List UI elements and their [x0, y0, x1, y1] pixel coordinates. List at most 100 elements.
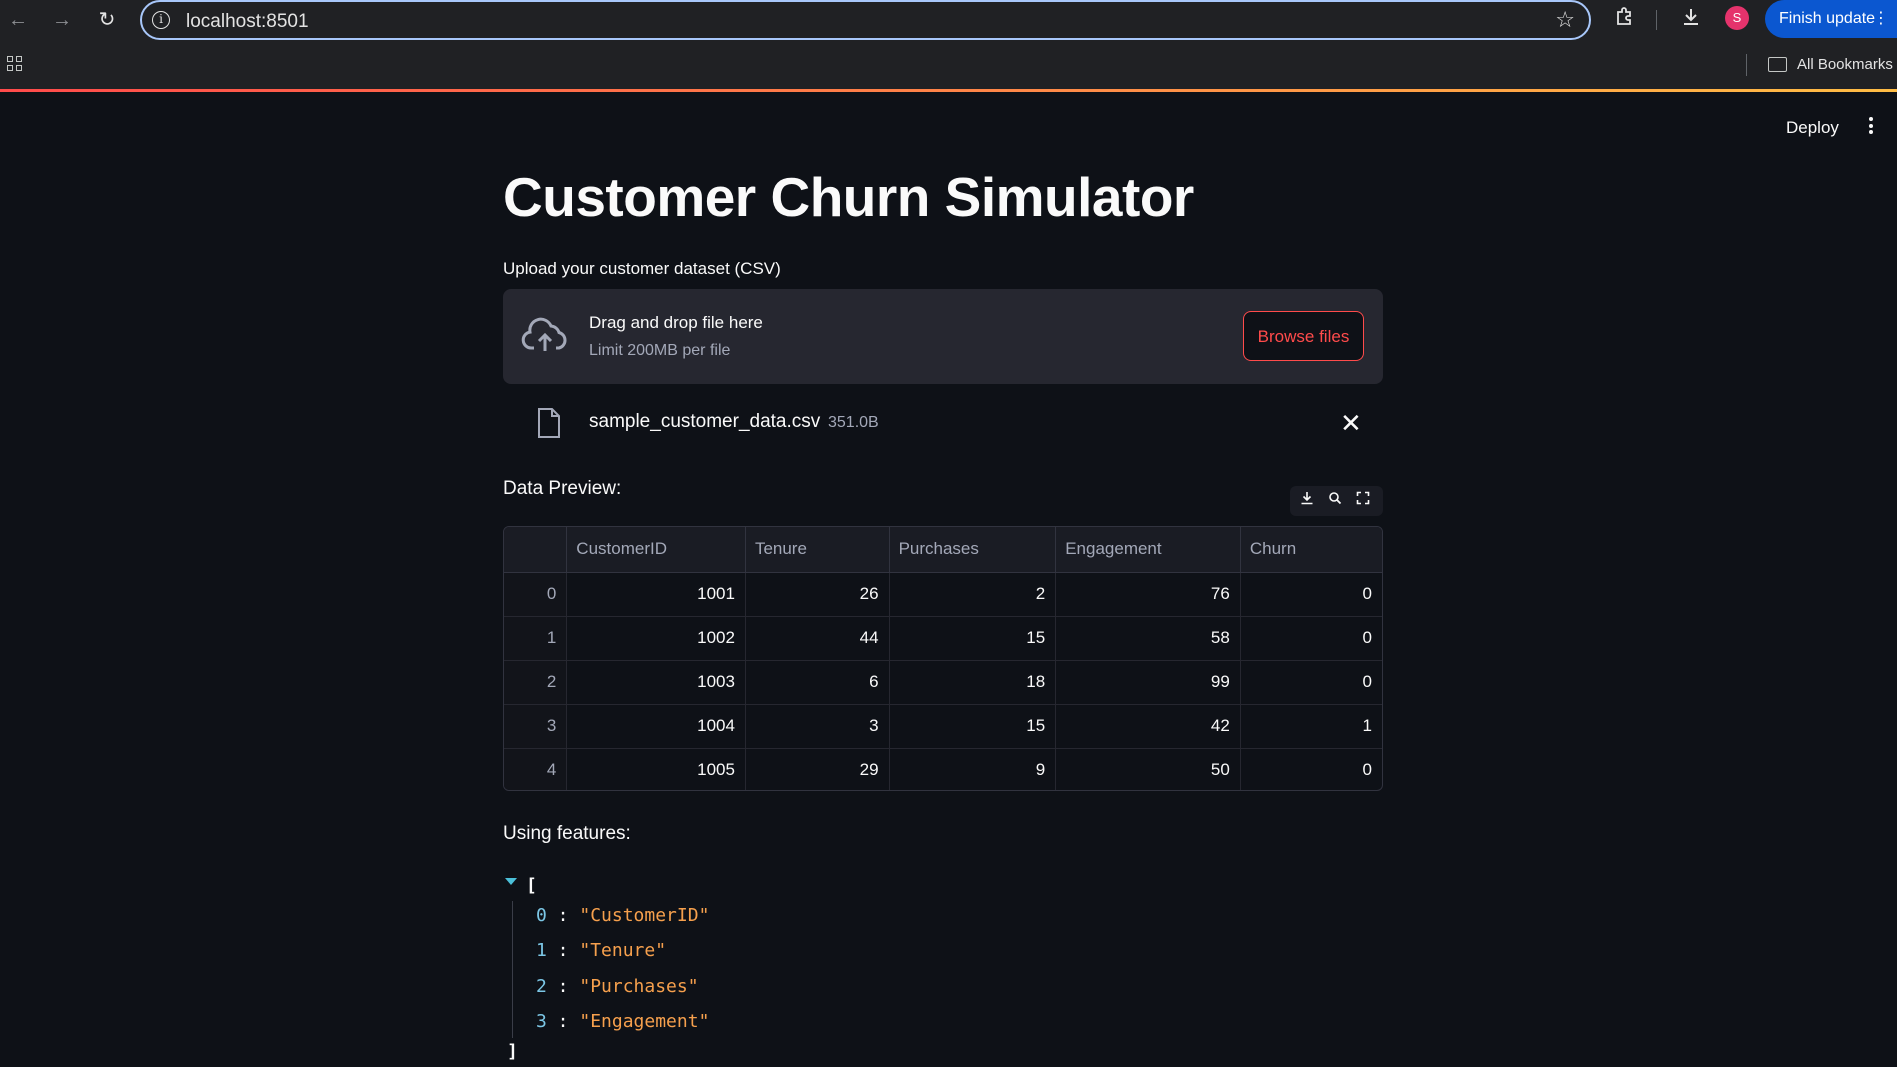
file-icon — [538, 408, 560, 438]
app-header-decoration — [0, 89, 1897, 92]
column-header-index — [504, 527, 568, 573]
toolbar-divider — [1656, 10, 1657, 30]
finish-update-button[interactable]: Finish update ⋮ — [1765, 0, 1897, 38]
json-item: 3 : "Engagement" — [536, 1011, 710, 1032]
table-cell[interactable]: 76 — [1055, 572, 1241, 617]
dropzone-instructions: Drag and drop file here — [589, 313, 763, 332]
table-cell[interactable]: 15 — [889, 616, 1057, 661]
table-cell[interactable]: 18 — [889, 660, 1057, 705]
reload-icon[interactable]: ↻ — [95, 8, 119, 32]
table-cell[interactable]: 0 — [1240, 616, 1382, 661]
site-info-icon[interactable]: i — [152, 11, 170, 29]
column-header[interactable]: Engagement — [1055, 527, 1241, 573]
url-text: localhost:8501 — [186, 11, 309, 32]
table-cell[interactable]: 50 — [1055, 748, 1241, 790]
json-open-bracket: [ — [526, 875, 537, 896]
table-cell[interactable]: 3 — [745, 704, 890, 749]
column-header[interactable]: Churn — [1240, 527, 1382, 573]
json-index: 2 — [536, 976, 547, 997]
json-value: "Purchases" — [579, 976, 699, 997]
apps-grid-icon[interactable] — [7, 56, 23, 72]
uploader-label: Upload your customer dataset (CSV) — [503, 259, 781, 278]
all-bookmarks-link[interactable]: All Bookmarks — [1797, 56, 1893, 73]
back-icon[interactable]: ← — [6, 8, 30, 32]
json-item: 0 : "CustomerID" — [536, 905, 710, 926]
table-header-row: CustomerID Tenure Purchases Engagement C… — [504, 527, 1382, 573]
page-title: Customer Churn Simulator — [503, 166, 1194, 228]
browse-files-button[interactable]: Browse files — [1243, 311, 1364, 361]
table-cell[interactable]: 1001 — [566, 572, 746, 617]
json-indent-guide — [512, 901, 513, 1038]
remove-file-close-icon[interactable]: ✕ — [1340, 408, 1362, 439]
download-csv-icon[interactable] — [1296, 490, 1318, 512]
app-menu-icon[interactable] — [1864, 116, 1878, 138]
json-value: "CustomerID" — [579, 905, 710, 926]
table-cell[interactable]: 1005 — [566, 748, 746, 790]
table-cell[interactable]: 0 — [1240, 572, 1382, 617]
extensions-icon[interactable] — [1614, 6, 1636, 34]
finish-update-label: Finish update — [1779, 10, 1876, 27]
table-row: 2 1003 6 18 99 0 — [504, 660, 1382, 705]
uploaded-file: sample_customer_data.csv 351.0B ✕ — [503, 402, 1383, 446]
json-index: 1 — [536, 940, 547, 961]
table-row: 0 1001 26 2 76 0 — [504, 572, 1382, 617]
column-header[interactable]: Purchases — [889, 527, 1057, 573]
table-cell[interactable]: 44 — [745, 616, 890, 661]
fullscreen-icon[interactable] — [1352, 490, 1374, 512]
table-cell[interactable]: 2 — [889, 572, 1057, 617]
table-cell[interactable]: 0 — [1240, 748, 1382, 790]
data-preview-table[interactable]: CustomerID Tenure Purchases Engagement C… — [503, 526, 1383, 791]
folder-icon[interactable] — [1768, 57, 1787, 72]
json-value: "Engagement" — [579, 1011, 710, 1032]
table-row: 1 1002 44 15 58 0 — [504, 616, 1382, 661]
table-cell[interactable]: 42 — [1055, 704, 1241, 749]
browser-toolbar: ← → ↻ i localhost:8501 ☆ S Finish update… — [0, 0, 1897, 90]
table-cell[interactable]: 58 — [1055, 616, 1241, 661]
row-index: 3 — [504, 704, 568, 749]
column-header[interactable]: CustomerID — [566, 527, 746, 573]
table-cell[interactable]: 15 — [889, 704, 1057, 749]
preview-label: Data Preview: — [503, 478, 622, 499]
browser-menu-icon[interactable]: ⋮ — [1873, 0, 1889, 38]
collapse-caret-icon[interactable] — [505, 878, 517, 885]
address-bar[interactable]: i localhost:8501 ☆ — [140, 0, 1591, 40]
json-value: "Tenure" — [579, 940, 667, 961]
cloud-upload-icon — [521, 317, 567, 351]
table-cell[interactable]: 6 — [745, 660, 890, 705]
table-row: 4 1005 29 9 50 0 — [504, 748, 1382, 790]
table-cell[interactable]: 1 — [1240, 704, 1382, 749]
bookmarks-bar: All Bookmarks — [0, 44, 1897, 86]
features-label: Using features: — [503, 823, 631, 844]
json-index: 0 — [536, 905, 547, 926]
deploy-button[interactable]: Deploy — [1786, 118, 1839, 138]
row-index: 1 — [504, 616, 568, 661]
json-index: 3 — [536, 1011, 547, 1032]
json-close-bracket: ] — [507, 1041, 518, 1062]
table-cell[interactable]: 1002 — [566, 616, 746, 661]
table-cell[interactable]: 29 — [745, 748, 890, 790]
table-row: 3 1004 3 15 42 1 — [504, 704, 1382, 749]
row-index: 0 — [504, 572, 568, 617]
profile-avatar[interactable]: S — [1725, 6, 1749, 30]
download-icon[interactable] — [1680, 6, 1702, 34]
dataframe-toolbar — [1290, 486, 1383, 516]
table-cell[interactable]: 0 — [1240, 660, 1382, 705]
table-cell[interactable]: 26 — [745, 572, 890, 617]
forward-icon[interactable]: → — [50, 8, 74, 32]
row-index: 2 — [504, 660, 568, 705]
bookmarks-divider — [1746, 54, 1747, 76]
search-icon[interactable] — [1324, 490, 1346, 512]
file-name: sample_customer_data.csv — [589, 411, 821, 432]
file-size: 351.0B — [828, 414, 879, 431]
json-item: 1 : "Tenure" — [536, 940, 667, 961]
table-cell[interactable]: 9 — [889, 748, 1057, 790]
file-dropzone[interactable]: Drag and drop file here Limit 200MB per … — [503, 289, 1383, 384]
table-cell[interactable]: 99 — [1055, 660, 1241, 705]
row-index: 4 — [504, 748, 568, 790]
bookmark-star-icon[interactable]: ☆ — [1555, 7, 1575, 33]
column-header[interactable]: Tenure — [745, 527, 890, 573]
table-cell[interactable]: 1003 — [566, 660, 746, 705]
table-cell[interactable]: 1004 — [566, 704, 746, 749]
dropzone-limit: Limit 200MB per file — [589, 342, 731, 359]
json-item: 2 : "Purchases" — [536, 976, 699, 997]
